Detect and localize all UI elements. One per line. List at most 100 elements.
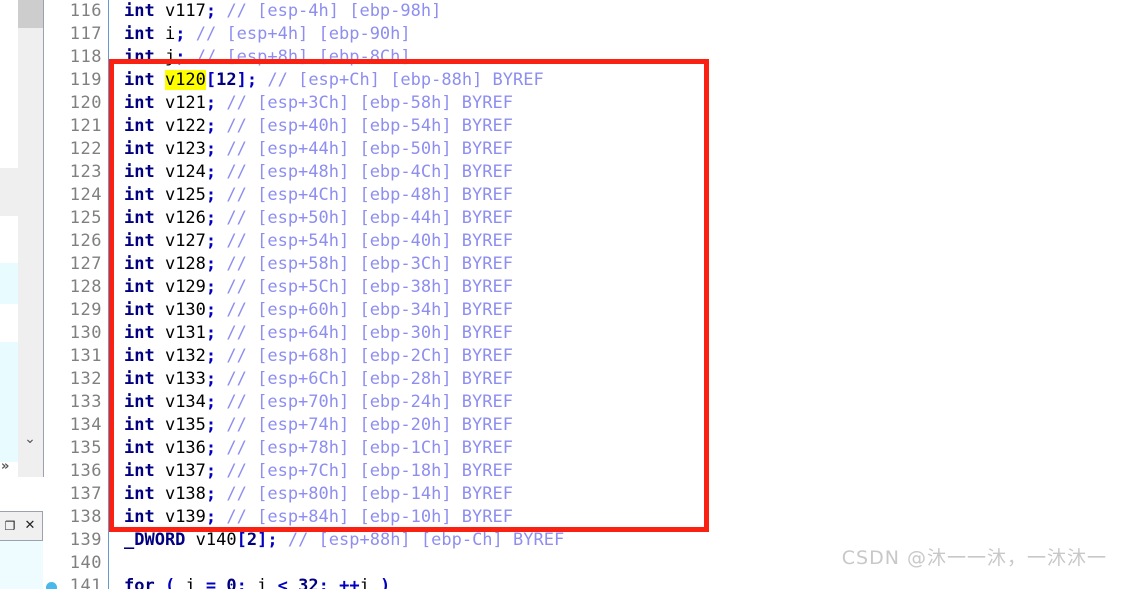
strip-band bbox=[0, 342, 18, 462]
code-line[interactable]: 136 int v137; // [esp+7Ch] [ebp-18h] BYRE… bbox=[44, 460, 1121, 483]
code-token-pun: ; bbox=[205, 254, 217, 274]
code-token-pun: ; bbox=[205, 507, 217, 527]
code-text: int v139; // [esp+84h] [ebp-10h] BYREF bbox=[124, 506, 513, 529]
code-token-cmt: // [esp+68h] [ebp-2Ch] BYREF bbox=[226, 346, 513, 366]
code-token-kw: _DWORD bbox=[124, 530, 196, 550]
close-window-icon[interactable]: ✕ bbox=[22, 518, 38, 534]
code-token-pun: ; bbox=[205, 346, 217, 366]
code-token-idn: v132 bbox=[164, 346, 206, 366]
code-line[interactable]: 131 int v132; // [esp+68h] [ebp-2Ch] BYRE… bbox=[44, 345, 1121, 368]
code-token-idn bbox=[216, 1, 226, 21]
code-line[interactable]: 137 int v138; // [esp+80h] [ebp-14h] BYRE… bbox=[44, 483, 1121, 506]
code-line[interactable]: 138 int v139; // [esp+84h] [ebp-10h] BYRE… bbox=[44, 506, 1121, 529]
code-line[interactable]: 134 int v135; // [esp+74h] [ebp-20h] BYRE… bbox=[44, 414, 1121, 437]
code-token-idn: v138 bbox=[164, 484, 206, 504]
screenshot-root: » ⌄ ❐ ✕ 116 int v117; // [esp-4h] [ebp-98… bbox=[0, 0, 1121, 589]
code-line[interactable]: 119 int v120[12]; // [esp+Ch] [ebp-88h] B… bbox=[44, 69, 1121, 92]
code-text: int j; // [esp+8h] [ebp-8Ch] bbox=[124, 46, 411, 69]
code-line[interactable]: 125 int v126; // [esp+50h] [ebp-44h] BYRE… bbox=[44, 207, 1121, 230]
code-token-cmt: // [esp+78h] [ebp-1Ch] BYREF bbox=[226, 438, 513, 458]
code-line[interactable]: 132 int v133; // [esp+6Ch] [ebp-28h] BYRE… bbox=[44, 368, 1121, 391]
code-token-pun: ; bbox=[205, 438, 217, 458]
code-line[interactable]: 123 int v124; // [esp+48h] [ebp-4Ch] BYRE… bbox=[44, 161, 1121, 184]
code-token-idn bbox=[216, 484, 226, 504]
code-token-kw: int bbox=[124, 323, 165, 343]
code-text: int v123; // [esp+44h] [ebp-50h] BYREF bbox=[124, 138, 513, 161]
code-text: int v130; // [esp+60h] [ebp-34h] BYREF bbox=[124, 299, 513, 322]
code-line[interactable]: 128 int v129; // [esp+5Ch] [ebp-38h] BYRE… bbox=[44, 276, 1121, 299]
code-line[interactable]: 135 int v136; // [esp+78h] [ebp-1Ch] BYRE… bbox=[44, 437, 1121, 460]
code-token-cmt: // [esp+84h] [ebp-10h] BYREF bbox=[226, 507, 513, 527]
code-token-cmt: // [esp+50h] [ebp-44h] BYREF bbox=[226, 208, 513, 228]
code-token-cmt: // [esp+44h] [ebp-50h] BYREF bbox=[226, 139, 513, 159]
line-number: 117 bbox=[69, 24, 102, 44]
code-token-cmt: // [esp+7Ch] [ebp-18h] BYREF bbox=[226, 461, 513, 481]
vertical-scrollbar-thumb[interactable] bbox=[18, 0, 43, 28]
code-line[interactable]: 133 int v134; // [esp+70h] [ebp-24h] BYRE… bbox=[44, 391, 1121, 414]
code-text: int v136; // [esp+78h] [ebp-1Ch] BYREF bbox=[124, 437, 513, 460]
expand-panel-chevron-right-icon[interactable]: » bbox=[1, 459, 15, 475]
code-token-pun: [ bbox=[236, 530, 247, 550]
code-token-num: 0 bbox=[226, 576, 237, 589]
code-line[interactable]: 126 int v127; // [esp+54h] [ebp-40h] BYRE… bbox=[44, 230, 1121, 253]
code-token-idn bbox=[216, 438, 226, 458]
code-token-pun: ; bbox=[175, 24, 186, 44]
code-token-idn: v135 bbox=[164, 415, 206, 435]
line-number: 137 bbox=[69, 484, 102, 504]
code-line[interactable]: 121 int v122; // [esp+40h] [ebp-54h] BYRE… bbox=[44, 115, 1121, 138]
code-token-pun: ; bbox=[175, 47, 186, 67]
code-token-pun: ; bbox=[205, 162, 217, 182]
code-token-pun: ; bbox=[205, 323, 217, 343]
scroll-down-chevron-icon[interactable]: ⌄ bbox=[20, 430, 40, 448]
code-token-kw: int bbox=[124, 369, 165, 389]
code-token-idn: v137 bbox=[164, 461, 206, 481]
code-token-idn: v127 bbox=[164, 231, 206, 251]
code-text: int v133; // [esp+6Ch] [ebp-28h] BYREF bbox=[124, 368, 513, 391]
code-token-pun: ; bbox=[205, 484, 217, 504]
line-number: 133 bbox=[69, 392, 102, 412]
restore-window-icon[interactable]: ❐ bbox=[2, 518, 18, 534]
code-token-idn bbox=[216, 300, 226, 320]
line-number: 132 bbox=[69, 369, 102, 389]
code-token-cmt: // [esp+8h] [ebp-8Ch] bbox=[195, 47, 411, 67]
code-line[interactable]: 116 int v117; // [esp-4h] [ebp-98h] bbox=[44, 0, 1121, 23]
code-line[interactable]: 122 int v123; // [esp+44h] [ebp-50h] BYRE… bbox=[44, 138, 1121, 161]
code-token-idn: j bbox=[164, 47, 176, 67]
code-token-idn bbox=[216, 185, 226, 205]
code-token-idn: v126 bbox=[164, 208, 206, 228]
code-token-kw: int bbox=[124, 208, 165, 228]
code-text: int v138; // [esp+80h] [ebp-14h] BYREF bbox=[124, 483, 513, 506]
code-token-idn bbox=[185, 24, 195, 44]
code-token-pun: ; bbox=[205, 116, 217, 136]
code-line[interactable]: 127 int v128; // [esp+58h] [ebp-3Ch] BYRE… bbox=[44, 253, 1121, 276]
code-text: int v126; // [esp+50h] [ebp-44h] BYREF bbox=[124, 207, 513, 230]
code-token-pun: [ bbox=[205, 70, 217, 90]
line-number: 118 bbox=[69, 47, 102, 67]
code-token-pun: ) bbox=[369, 576, 391, 589]
vertical-scrollbar-track[interactable] bbox=[18, 0, 44, 477]
code-token-idn bbox=[257, 70, 267, 90]
code-line[interactable]: 117 int i; // [esp+4h] [ebp-90h] bbox=[44, 23, 1121, 46]
code-text: int v122; // [esp+40h] [ebp-54h] BYREF bbox=[124, 115, 513, 138]
code-line[interactable]: 124 int v125; // [esp+4Ch] [ebp-48h] BYRE… bbox=[44, 184, 1121, 207]
code-token-pun: ; bbox=[205, 415, 217, 435]
code-token-idn: v117 bbox=[164, 1, 206, 21]
pseudocode-editor[interactable]: 116 int v117; // [esp-4h] [ebp-98h] 117 int… bbox=[44, 0, 1121, 589]
code-line[interactable]: 130 int v131; // [esp+64h] [ebp-30h] BYRE… bbox=[44, 322, 1121, 345]
line-number: 123 bbox=[69, 162, 102, 182]
code-line[interactable]: 120 int v121; // [esp+3Ch] [ebp-58h] BYRE… bbox=[44, 92, 1121, 115]
code-line[interactable]: 141 for ( i = 0; i < 32; ++i ) bbox=[44, 575, 1121, 589]
code-token-idn: v128 bbox=[164, 254, 206, 274]
code-line[interactable]: 129 int v130; // [esp+60h] [ebp-34h] BYRE… bbox=[44, 299, 1121, 322]
code-token-kw: int bbox=[124, 392, 165, 412]
code-token-idn bbox=[216, 277, 226, 297]
code-token-pun: ; bbox=[205, 185, 217, 205]
code-text: int v117; // [esp-4h] [ebp-98h] bbox=[124, 0, 441, 23]
code-token-cmt: // [esp+3Ch] [ebp-58h] BYREF bbox=[226, 93, 513, 113]
code-token-kw: int bbox=[124, 93, 165, 113]
code-token-kw: int bbox=[124, 116, 165, 136]
code-text: int v129; // [esp+5Ch] [ebp-38h] BYREF bbox=[124, 276, 513, 299]
code-line[interactable]: 118 int j; // [esp+8h] [ebp-8Ch] bbox=[44, 46, 1121, 69]
code-token-pun: ( bbox=[164, 576, 186, 589]
code-token-hl: v120 bbox=[164, 70, 206, 90]
